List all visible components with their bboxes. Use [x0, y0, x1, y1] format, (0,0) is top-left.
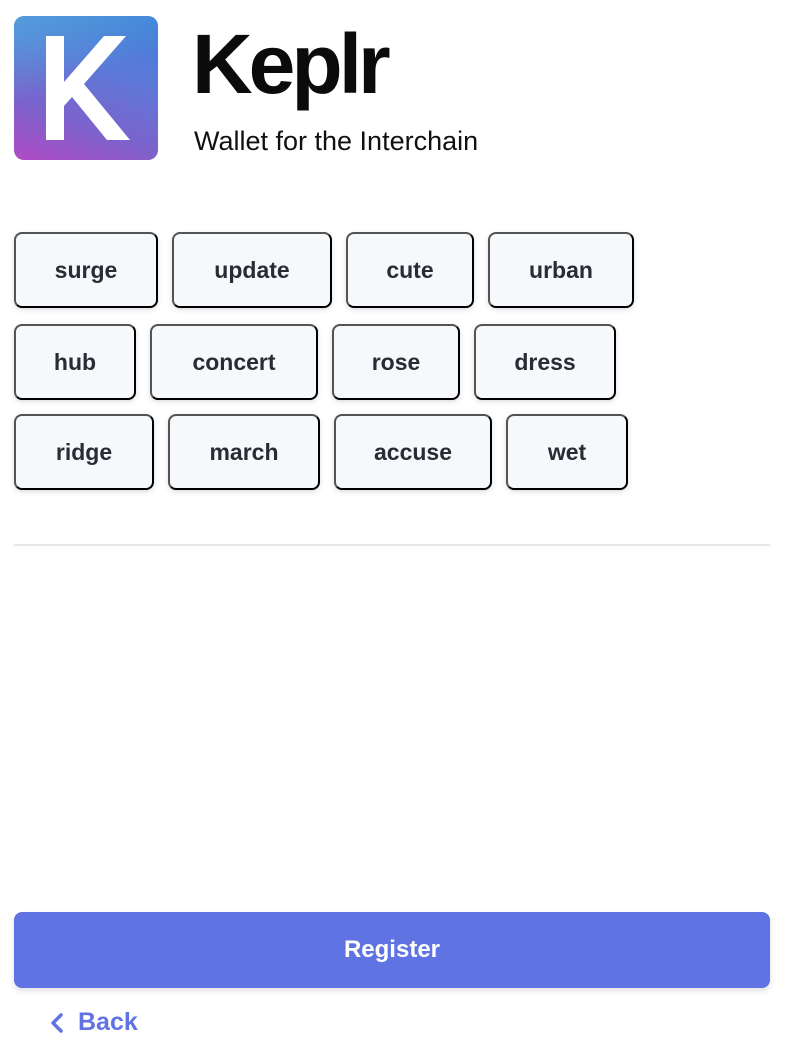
word-chip-update[interactable]: update: [172, 232, 332, 308]
mnemonic-word-grid: surge update cute urban hub concert rose…: [14, 232, 714, 506]
word-chip-march[interactable]: march: [168, 414, 320, 490]
keplr-logo-icon: [14, 16, 158, 160]
word-row: hub concert rose dress: [14, 324, 714, 400]
word-chip-wet[interactable]: wet: [506, 414, 628, 490]
logo-letter-k: [46, 36, 130, 140]
word-chip-cute[interactable]: cute: [346, 232, 474, 308]
chevron-left-icon: [51, 1012, 63, 1033]
word-chip-accuse[interactable]: accuse: [334, 414, 492, 490]
brand-name: Keplr: [192, 17, 391, 111]
word-chip-urban[interactable]: urban: [488, 232, 634, 308]
word-chip-hub[interactable]: hub: [14, 324, 136, 400]
word-chip-ridge[interactable]: ridge: [14, 414, 154, 490]
back-label: Back: [78, 1008, 138, 1036]
word-row: ridge march accuse wet: [14, 414, 714, 490]
brand-header: Keplr Wallet for the Interchain: [14, 16, 574, 162]
word-chip-rose[interactable]: rose: [332, 324, 460, 400]
word-row: surge update cute urban: [14, 232, 714, 308]
word-chip-dress[interactable]: dress: [474, 324, 616, 400]
word-chip-concert[interactable]: concert: [150, 324, 318, 400]
brand-tagline: Wallet for the Interchain: [194, 126, 479, 156]
divider: [14, 544, 770, 546]
back-link[interactable]: Back: [50, 1008, 138, 1037]
word-chip-surge[interactable]: surge: [14, 232, 158, 308]
register-button[interactable]: Register: [14, 912, 770, 988]
